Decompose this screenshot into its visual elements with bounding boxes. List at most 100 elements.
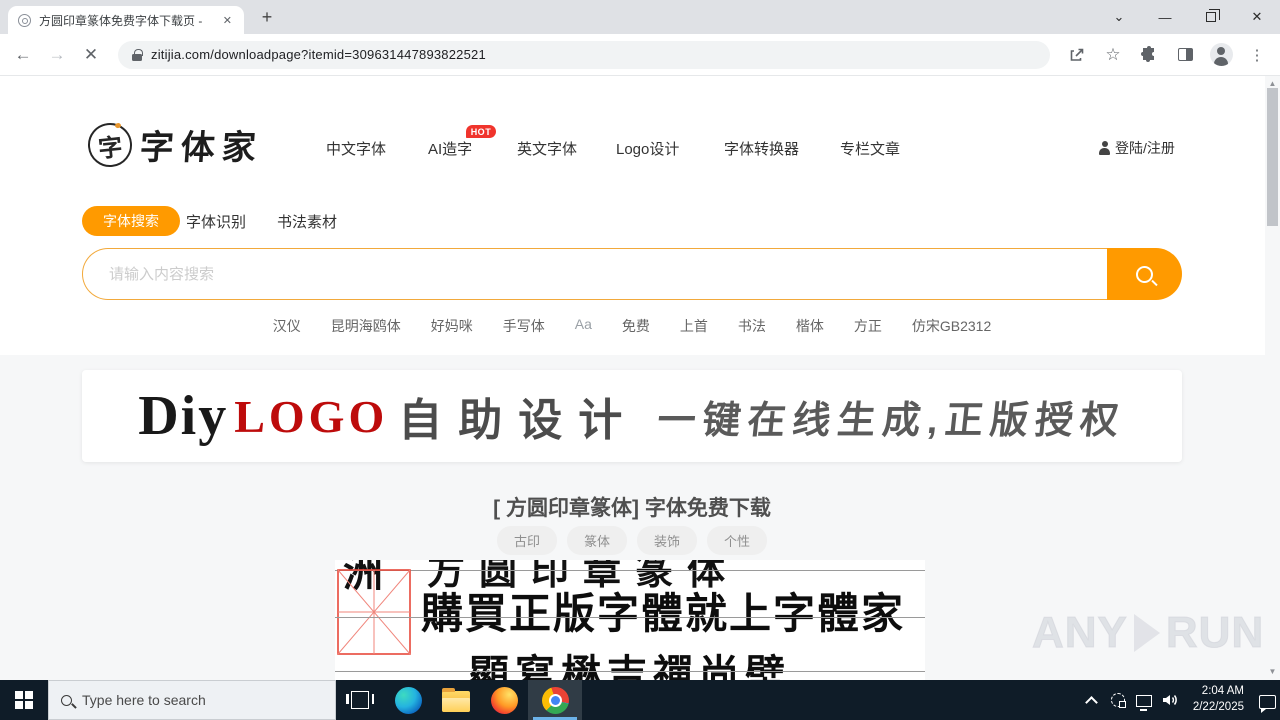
stop-button[interactable]: ✕ xyxy=(76,40,106,70)
taskbar-search-icon xyxy=(61,694,72,706)
bookmark-button[interactable]: ☆ xyxy=(1098,40,1128,70)
search-input[interactable] xyxy=(82,248,1107,300)
address-bar[interactable]: zitijia.com/downloadpage?itemid=30963144… xyxy=(118,40,1050,69)
taskbar-firefox-button[interactable] xyxy=(480,680,528,720)
tab-font-recognition[interactable]: 字体识别 xyxy=(186,206,246,236)
font-preview-image: 洲 方圆印章篆体 購買正版字體就上字體家 顯寫楙吉禪尚壁 xyxy=(335,560,925,680)
tray-volume-button[interactable] xyxy=(1157,692,1183,708)
nav-item-font-converter[interactable]: 字体转换器 xyxy=(724,138,799,159)
preview-rule xyxy=(335,570,925,571)
scroll-down-icon[interactable]: ▼ xyxy=(1269,664,1277,678)
login-register-label: 登陆/注册 xyxy=(1115,140,1175,156)
nav-item-ai-fonts-label: AI造字 xyxy=(428,141,473,158)
tag-pill[interactable]: 装饰 xyxy=(637,526,698,555)
search-button[interactable] xyxy=(1107,248,1182,300)
close-window-button[interactable]: ✕ xyxy=(1234,0,1280,34)
nav-item-articles[interactable]: 专栏文章 xyxy=(840,138,900,159)
url-text[interactable]: zitijia.com/downloadpage?itemid=30963144… xyxy=(151,47,486,62)
quick-links: 汉仪 昆明海鸥体 好妈咪 手写体 Aa 免费 上首 书法 楷体 方正 仿宋GB2… xyxy=(0,316,1264,336)
tray-show-hidden-button[interactable] xyxy=(1079,694,1105,709)
quick-link[interactable]: 好妈咪 xyxy=(431,316,473,336)
quick-link[interactable]: 汉仪 xyxy=(273,316,301,336)
minimize-button[interactable]: — xyxy=(1142,0,1188,34)
tab-strip: 方圆印章篆体免费字体下载页 - ✕ + ⌄ — ✕ xyxy=(0,0,1280,34)
browser-tab[interactable]: 方圆印章篆体免费字体下载页 - ✕ xyxy=(8,6,244,34)
padlock-icon[interactable] xyxy=(132,48,143,61)
tag-pill[interactable]: 篆体 xyxy=(566,526,627,555)
quick-link[interactable]: Aa xyxy=(575,316,592,336)
hot-badge: HOT xyxy=(465,125,497,138)
edge-icon xyxy=(394,686,422,714)
quick-link[interactable]: 仿宋GB2312 xyxy=(912,316,991,336)
diy-logo-banner[interactable]: Diy LOGO 自助设计 一键在线生成,正版授权 xyxy=(82,370,1182,462)
quick-link[interactable]: 上首 xyxy=(680,316,708,336)
status-circle-icon xyxy=(1110,693,1126,708)
taskbar-edge-button[interactable] xyxy=(384,680,432,720)
profile-avatar-icon xyxy=(1209,43,1233,66)
extensions-button[interactable] xyxy=(1134,40,1164,70)
site-logo[interactable]: 字 字体家 xyxy=(85,120,264,169)
quick-link[interactable]: 楷体 xyxy=(796,316,824,336)
taskbar-explorer-button[interactable] xyxy=(432,680,480,720)
page-title: [ 方圆印章篆体] 字体免费下载 xyxy=(493,497,771,520)
restore-button[interactable] xyxy=(1188,0,1234,34)
windows-taskbar: Type here to search 2:04 AM 2/22/2025 xyxy=(0,680,1280,720)
tab-font-search[interactable]: 字体搜索 xyxy=(82,206,180,236)
scrollbar-thumb[interactable] xyxy=(1267,88,1278,226)
start-button[interactable] xyxy=(0,680,48,720)
quick-link[interactable]: 书法 xyxy=(738,316,766,336)
action-center-button[interactable] xyxy=(1254,692,1280,713)
speaker-icon xyxy=(1162,695,1177,705)
web-page: 字 字体家 中文字体 AI造字 HOT 英文字体 Logo设计 字体转换器 专栏… xyxy=(0,76,1280,680)
banner-tagline: 一键在线生成,正版授权 xyxy=(655,399,1128,442)
tag-pill[interactable]: 个性 xyxy=(707,526,768,555)
nav-item-chinese-fonts[interactable]: 中文字体 xyxy=(326,138,386,159)
new-tab-button[interactable]: + xyxy=(254,4,280,30)
taskbar-search[interactable]: Type here to search xyxy=(48,680,336,720)
tab-search-button[interactable]: ⌄ xyxy=(1096,0,1142,34)
task-view-icon xyxy=(346,691,374,709)
side-panel-button[interactable] xyxy=(1170,40,1200,70)
taskbar-chrome-button[interactable] xyxy=(528,680,582,720)
banner-zh-text: 自助设计 xyxy=(398,396,639,445)
quick-link[interactable]: 昆明海鸥体 xyxy=(331,316,401,336)
preview-rule xyxy=(335,617,925,618)
nav-item-ai-fonts[interactable]: AI造字 HOT xyxy=(428,125,497,159)
system-tray: 2:04 AM 2/22/2025 xyxy=(1079,680,1280,720)
tab-calligraphy-material[interactable]: 书法素材 xyxy=(277,206,337,236)
windows-logo-icon xyxy=(15,691,33,709)
nav-item-logo-design[interactable]: Logo设计 xyxy=(616,138,679,159)
user-icon xyxy=(1098,141,1111,155)
tab-close-icon[interactable]: ✕ xyxy=(221,12,234,29)
task-view-button[interactable] xyxy=(336,680,384,720)
tray-network-button[interactable] xyxy=(1131,693,1157,711)
search-bar xyxy=(82,248,1182,300)
chrome-icon xyxy=(541,686,569,714)
browser-toolbar: ← → ✕ zitijia.com/downloadpage?itemid=30… xyxy=(0,34,1280,76)
toolbar-actions: ☆ ⋮ xyxy=(1062,40,1272,70)
browser-menu-button[interactable]: ⋮ xyxy=(1242,40,1272,70)
tag-pill[interactable]: 古印 xyxy=(496,526,557,555)
tab-title: 方圆印章篆体免费字体下载页 - xyxy=(39,13,203,28)
network-icon xyxy=(1135,695,1152,711)
tray-status-button[interactable] xyxy=(1105,693,1131,708)
quick-link[interactable]: 免费 xyxy=(622,316,650,336)
profile-button[interactable] xyxy=(1206,40,1236,70)
nav-item-english-fonts[interactable]: 英文字体 xyxy=(517,138,577,159)
back-button[interactable]: ← xyxy=(8,40,38,70)
preview-line2: 購買正版字體就上字體家 xyxy=(420,592,905,638)
quick-link[interactable]: 手写体 xyxy=(503,316,545,336)
puzzle-icon xyxy=(1141,45,1154,62)
banner-diy-text: Diy xyxy=(138,385,229,447)
page-scrollbar[interactable]: ▲ ▼ xyxy=(1265,76,1280,680)
taskbar-clock[interactable]: 2:04 AM 2/22/2025 xyxy=(1183,684,1254,715)
login-register-link[interactable]: 登陆/注册 xyxy=(1098,138,1175,158)
search-icon xyxy=(1136,265,1153,283)
tag-list: 古印 篆体 装饰 个性 xyxy=(0,526,1264,555)
share-button[interactable] xyxy=(1062,40,1092,70)
quick-link[interactable]: 方正 xyxy=(854,316,882,336)
side-panel-icon xyxy=(1177,48,1193,61)
forward-button[interactable]: → xyxy=(42,40,72,70)
preview-rule xyxy=(335,671,925,672)
preview-line3: 顯寫楙吉禪尚壁 xyxy=(469,652,791,680)
